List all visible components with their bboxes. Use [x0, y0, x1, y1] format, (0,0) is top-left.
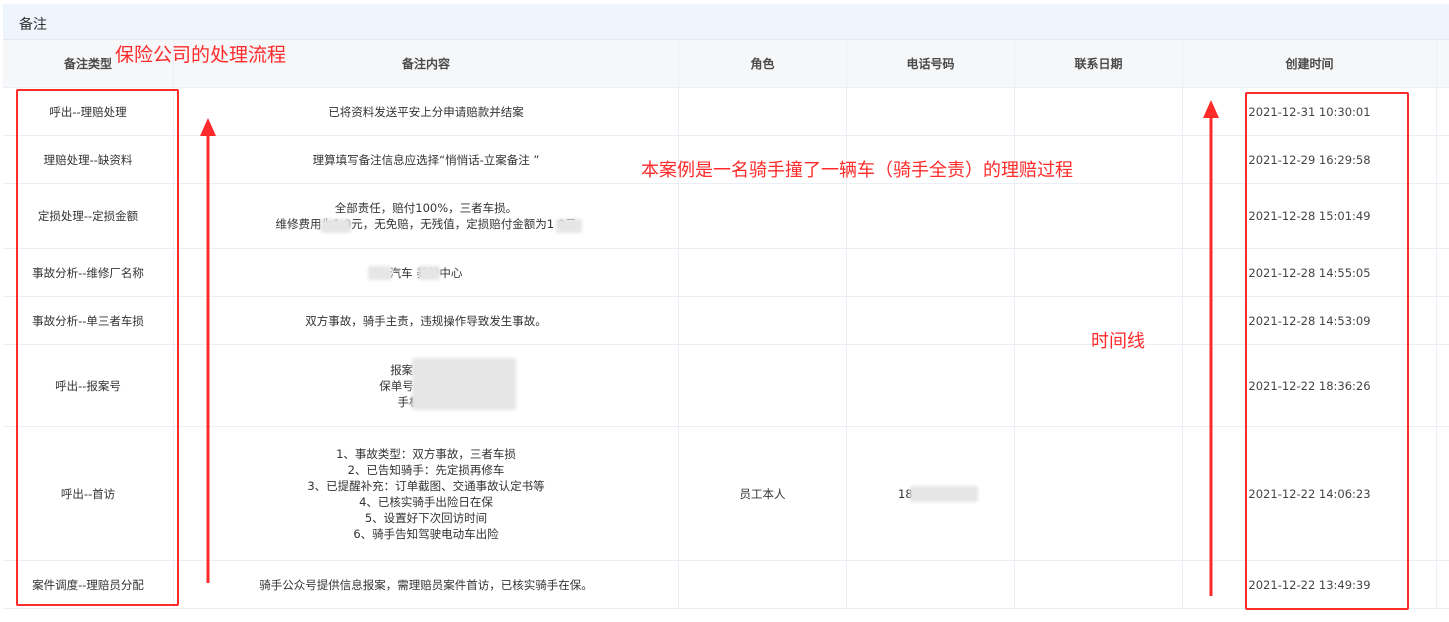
case-annotation: 本案例是一名骑手撞了一辆车（骑手全责）的理赔过程	[641, 160, 1073, 181]
process-annotation: 保险公司的处理流程	[115, 44, 287, 66]
up-arrow-icon	[1203, 100, 1219, 118]
up-arrow-icon	[200, 118, 216, 136]
timeline-annotation: 时间线	[1091, 331, 1145, 352]
annotation-arrows	[200, 100, 1219, 596]
